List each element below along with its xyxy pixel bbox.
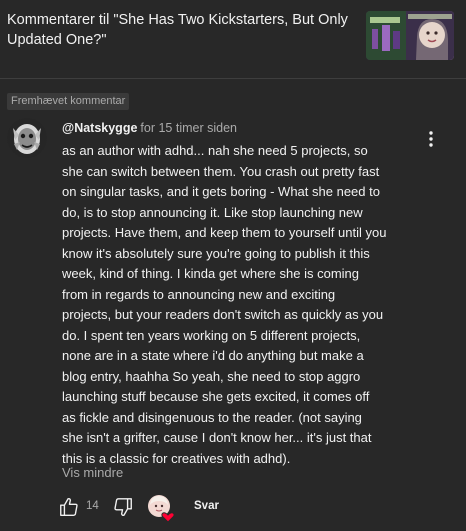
comment-timestamp[interactable]: for 15 timer siden	[140, 121, 237, 135]
header-divider	[0, 78, 466, 79]
thumb-up-icon	[60, 497, 78, 516]
like-count: 14	[86, 500, 99, 512]
creator-heart-icon	[148, 495, 175, 523]
thumb-down-icon	[114, 498, 132, 517]
comment-author[interactable]: @Natskygge	[62, 121, 137, 135]
comment-text: as an author with adhd... nah she need 5…	[62, 143, 387, 466]
dislike-button[interactable]	[112, 496, 134, 518]
author-avatar[interactable]	[7, 118, 47, 158]
show-less-button[interactable]: Vis mindre	[62, 464, 123, 482]
creator-heart	[146, 493, 176, 523]
pinned-comment-badge: Fremhævet kommentar	[7, 93, 130, 110]
author-avatar-art	[7, 118, 47, 158]
comment-actions: 14 Svar	[58, 492, 278, 523]
video-thumbnail-art	[366, 11, 454, 60]
like-button[interactable]	[58, 496, 80, 518]
video-thumbnail[interactable]	[366, 11, 454, 60]
comments-title: Kommentarer til "She Has Two Kickstarter…	[7, 12, 348, 48]
comment-author-line: @Natskygge for 15 timer siden	[62, 120, 237, 136]
comments-header: Kommentarer til "She Has Two Kickstarter…	[0, 0, 466, 74]
reply-button[interactable]: Svar	[194, 500, 219, 512]
